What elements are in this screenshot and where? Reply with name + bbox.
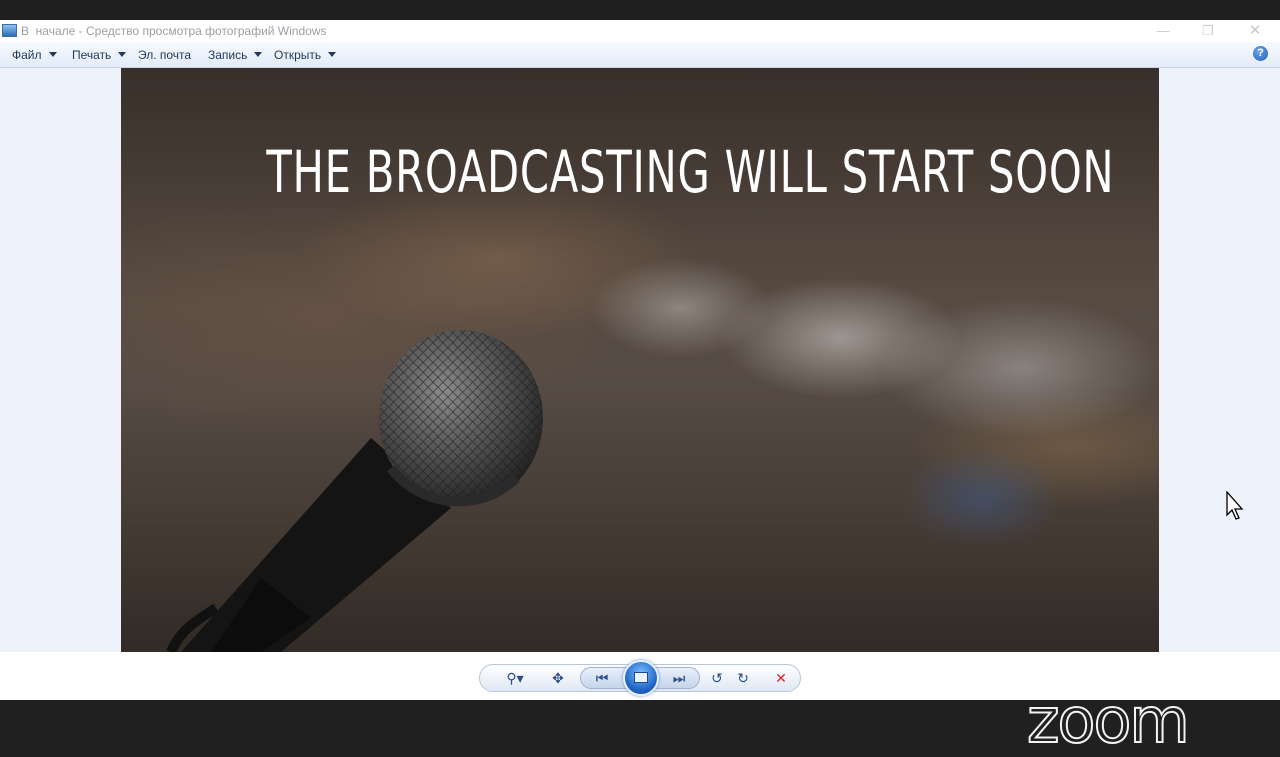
rotate-clockwise-icon[interactable]: ↻: [733, 668, 753, 688]
photo-display-area: THE BROADCASTING WILL START SOON zoom: [0, 68, 1280, 753]
minimize-button[interactable]: —: [1150, 22, 1176, 40]
menu-print-label: Печать: [72, 48, 112, 62]
help-icon[interactable]: ?: [1253, 46, 1268, 61]
menu-burn-label: Запись: [208, 48, 248, 62]
menu-print[interactable]: Печать: [72, 48, 127, 62]
close-button[interactable]: ✕: [1242, 22, 1268, 40]
rotate-counterclockwise-icon[interactable]: ↺: [707, 668, 727, 688]
playback-controls: ⚲▾ ✥ ⏮ ⏭ ↺ ↻ ✕: [479, 660, 801, 696]
bottom-control-bar: ⚲▾ ✥ ⏮ ⏭ ↺ ↻ ✕: [0, 652, 1280, 700]
chevron-down-icon: [118, 52, 127, 57]
window-title: В начале - Средство просмотра фотографий…: [21, 24, 327, 38]
photo-viewer-window: В начале - Средство просмотра фотографий…: [0, 20, 1280, 753]
previous-icon[interactable]: ⏮: [590, 668, 614, 688]
menu-file-label: Файл: [12, 48, 42, 62]
chevron-down-icon: [48, 52, 57, 57]
screen-top-strip: [0, 0, 1280, 20]
maximize-button[interactable]: ❐: [1195, 22, 1221, 40]
title-bar[interactable]: В начале - Средство просмотра фотографий…: [0, 20, 1280, 42]
photo-viewer-app-icon: [2, 24, 17, 37]
next-icon[interactable]: ⏭: [667, 668, 691, 688]
photo-headline-text: THE BROADCASTING WILL START SOON: [266, 138, 1115, 206]
displayed-photo: THE BROADCASTING WILL START SOON: [121, 68, 1159, 652]
menu-open-label: Открыть: [274, 48, 322, 62]
mouse-pointer-icon: [1226, 491, 1244, 520]
menu-burn[interactable]: Запись: [208, 48, 263, 62]
microphone-image: [166, 330, 543, 652]
menu-open[interactable]: Открыть: [274, 48, 337, 62]
chevron-down-icon: [328, 52, 337, 57]
slideshow-icon[interactable]: [623, 660, 659, 696]
menu-email[interactable]: Эл. почта: [138, 48, 191, 62]
delete-icon[interactable]: ✕: [771, 668, 791, 688]
menu-file[interactable]: Файл: [12, 48, 57, 62]
menu-email-label: Эл. почта: [138, 48, 192, 62]
chevron-down-icon: [254, 52, 263, 57]
magnifier-icon[interactable]: ⚲▾: [500, 668, 530, 688]
menu-bar: Файл Печать Эл. почта Запись Открыть: [0, 42, 1280, 68]
actual-size-icon[interactable]: ✥: [546, 668, 570, 688]
